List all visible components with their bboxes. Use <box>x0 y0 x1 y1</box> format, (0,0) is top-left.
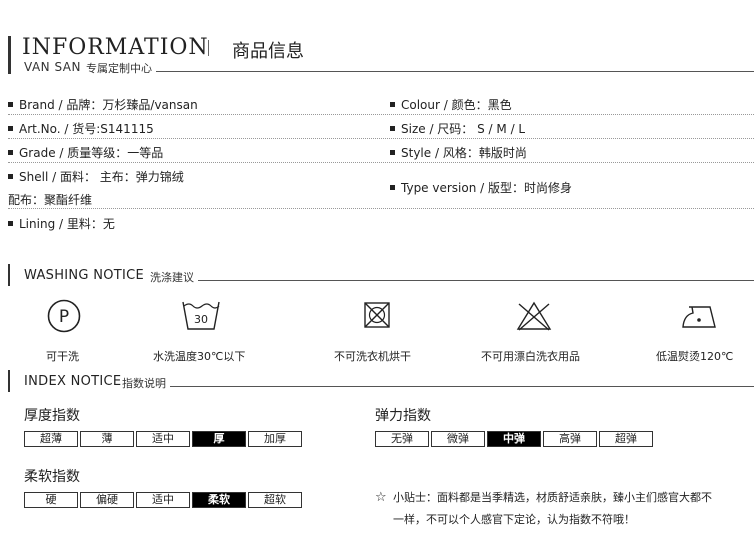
softness-option-selected: 柔软 <box>192 492 246 508</box>
washing-title-cn: 洗涤建议 <box>150 271 194 284</box>
info-brand: Brand / 品牌：万杉臻品/vansan <box>8 96 198 113</box>
row-divider <box>8 114 754 115</box>
elasticity-scale: 无弹 微弹 中弹 高弹 超弹 <box>375 431 653 447</box>
info-shell: Shell / 面料： 主布：弹力锦绒 <box>8 168 184 185</box>
no-bleach-icon <box>516 301 552 331</box>
brand-name-cn: 专属定制中心 <box>86 62 152 75</box>
thickness-option: 加厚 <box>248 431 302 447</box>
softness-option: 适中 <box>136 492 190 508</box>
row-divider <box>8 138 754 139</box>
info-colour: Colour / 颜色：黑色 <box>390 96 512 113</box>
care-label-no-bleach: 不可用漂白洗衣用品 <box>481 350 580 363</box>
elasticity-option: 微弹 <box>431 431 485 447</box>
thickness-scale: 超薄 薄 适中 厚 加厚 <box>24 431 302 447</box>
care-label-low-iron: 低温熨烫120℃ <box>656 350 734 363</box>
index-accent-bar <box>8 370 10 392</box>
brand-name-en: VAN SAN <box>24 60 81 74</box>
elasticity-option: 无弹 <box>375 431 429 447</box>
row-divider <box>8 162 754 163</box>
info-style: Style / 风格：韩版时尚 <box>390 144 527 161</box>
softness-scale: 硬 偏硬 适中 柔软 超软 <box>24 492 302 508</box>
info-grade: Grade / 质量等级：一等品 <box>8 144 163 161</box>
info-lining: Lining / 里料：无 <box>8 215 115 232</box>
washing-underline <box>198 280 754 281</box>
care-label-no-tumble: 不可洗衣机烘干 <box>334 350 411 363</box>
info-type-version: Type version / 版型：时尚修身 <box>390 179 572 196</box>
tip-star-icon: ☆ <box>375 490 387 505</box>
index-underline <box>170 386 754 387</box>
washing-title-en: WASHING NOTICE <box>24 268 145 283</box>
info-artno: Art.No. / 货号:S141115 <box>8 120 154 137</box>
wash-30-icon: 30 <box>182 301 220 330</box>
tip-text-line1: 小贴士：面料都是当季精选，材质舒适亲肤，臻小主们感官大都不 <box>393 491 712 504</box>
info-shell-secondary: 配布：聚酯纤维 <box>8 193 93 207</box>
info-title-en: INFORMATION <box>22 35 209 60</box>
index-title-en: INDEX NOTICE <box>24 374 122 389</box>
index-title-cn: 指数说明 <box>122 377 166 390</box>
no-tumble-dry-icon <box>364 302 390 328</box>
title-separator <box>208 40 209 56</box>
row-divider <box>8 208 754 209</box>
thickness-option-selected: 厚 <box>192 431 246 447</box>
softness-option: 偏硬 <box>80 492 134 508</box>
header-accent-bar <box>8 36 11 74</box>
thickness-index-label: 厚度指数 <box>24 408 80 424</box>
svg-text:30: 30 <box>194 313 208 326</box>
care-label-dry-clean: 可干洗 <box>46 350 79 363</box>
care-label-wash-temp: 水洗温度30℃以下 <box>153 350 246 363</box>
softness-option: 硬 <box>24 492 78 508</box>
tip-text-line2: 一样，不可以个人感官下定论，认为指数不符哦！ <box>393 513 635 526</box>
softness-option: 超软 <box>248 492 302 508</box>
dry-clean-p-icon: P <box>47 299 81 333</box>
elasticity-option-selected: 中弹 <box>487 431 541 447</box>
thickness-option: 薄 <box>80 431 134 447</box>
header-underline <box>156 71 754 72</box>
info-size: Size / 尺码： S / M / L <box>390 120 525 137</box>
low-iron-icon <box>682 306 716 328</box>
thickness-option: 超薄 <box>24 431 78 447</box>
svg-text:P: P <box>59 307 69 327</box>
info-title-cn: 商品信息 <box>232 41 304 62</box>
elasticity-option: 高弹 <box>543 431 597 447</box>
softness-index-label: 柔软指数 <box>24 469 80 485</box>
thickness-option: 适中 <box>136 431 190 447</box>
washing-accent-bar <box>8 264 10 286</box>
elasticity-option: 超弹 <box>599 431 653 447</box>
elasticity-index-label: 弹力指数 <box>375 408 431 424</box>
